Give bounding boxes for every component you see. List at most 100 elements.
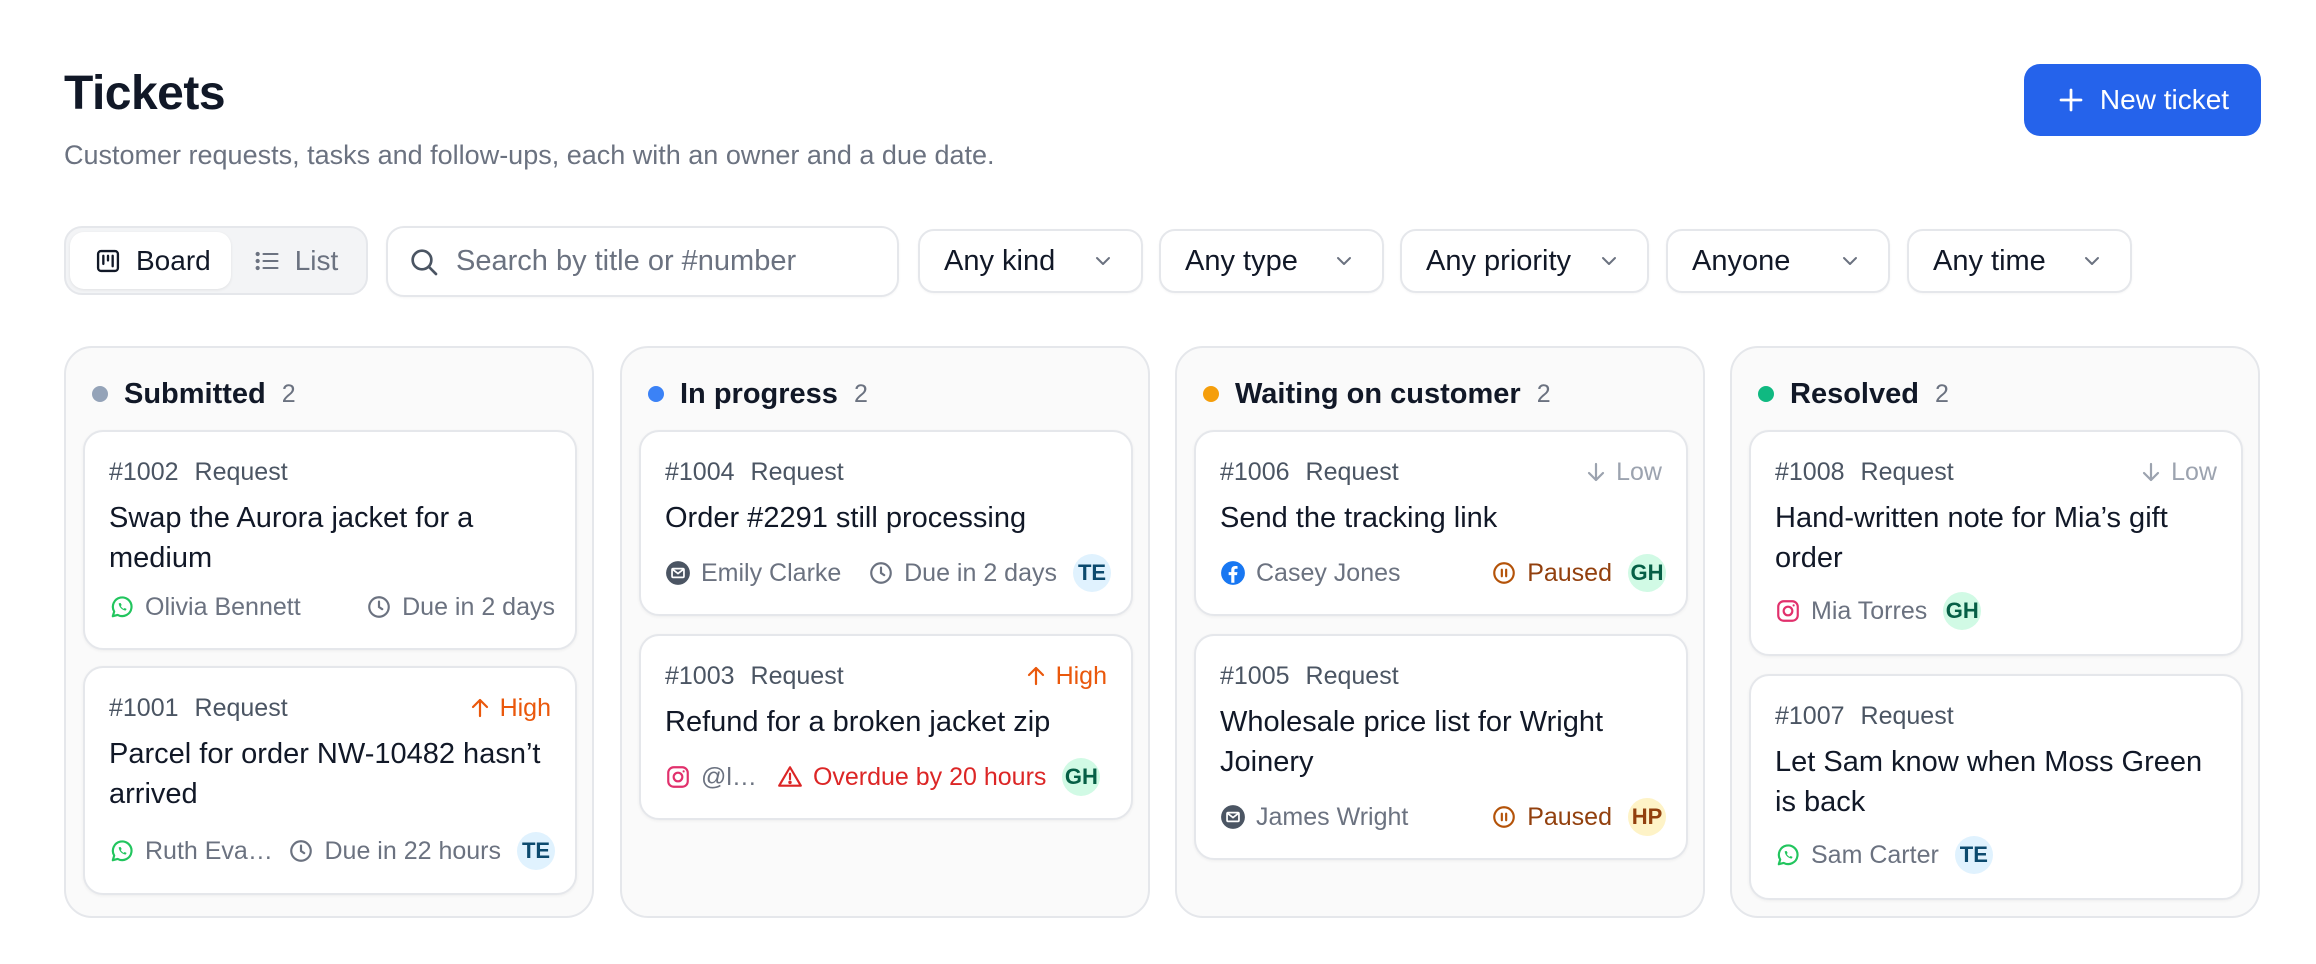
status-dot (1758, 386, 1774, 402)
assignee-avatar: GH (1062, 758, 1101, 796)
ticket-card[interactable]: #1003 Request High Refund for a broken j… (639, 634, 1133, 820)
chevron-down-icon (1337, 257, 1351, 265)
ticket-contact: Sam Carter (1775, 841, 1939, 870)
kind-filter[interactable]: Any kind (918, 229, 1143, 293)
column-count: 2 (1536, 379, 1551, 408)
priority-badge: High (468, 694, 551, 723)
priority-label: High (1055, 661, 1107, 690)
list-icon (255, 251, 279, 270)
view-list-button[interactable]: List (231, 232, 361, 289)
assignee-filter-label: Anyone (1692, 244, 1791, 277)
column-count: 2 (281, 379, 296, 408)
priority-badge: Low (2139, 458, 2217, 487)
column-submitted: Submitted 2 #1002 Request Swap the Auror… (64, 346, 594, 918)
priority-filter[interactable]: Any priority (1400, 229, 1649, 293)
search-box (386, 226, 899, 297)
contact-name: Sam Carter (1811, 840, 1939, 869)
ticket-type: Request (1305, 457, 1399, 486)
plus-icon (2059, 88, 2083, 112)
view-board-label: Board (136, 244, 211, 276)
contact-name: Emily Clarke (701, 558, 842, 587)
view-toggle: Board List (64, 226, 368, 295)
ticket-title: Order #2291 still processing (665, 502, 1027, 534)
type-filter-label: Any type (1185, 244, 1298, 277)
column-count: 2 (1934, 379, 1949, 408)
priority-filter-label: Any priority (1426, 244, 1572, 277)
page-title: Tickets (64, 67, 226, 120)
due-status: Paused (1491, 803, 1612, 832)
contact-name: Mia Torres (1811, 596, 1928, 625)
column-title: Resolved (1790, 377, 1919, 410)
column-count: 2 (853, 379, 868, 408)
priority-label: High (499, 693, 551, 722)
instagram-icon (667, 766, 689, 788)
ticket-contact: Casey Jones (1220, 559, 1401, 588)
view-list-label: List (294, 244, 339, 276)
search-input[interactable] (456, 245, 877, 278)
clock-icon (290, 840, 313, 862)
ticket-card[interactable]: #1008 Request Low Hand-written note for … (1749, 430, 2243, 656)
arrow-up-icon (1027, 666, 1044, 686)
ticket-card[interactable]: #1002 Request Swap the Aurora jacket for… (83, 430, 577, 650)
ticket-title: Hand-written note for Mia’s gift order (1775, 502, 2168, 574)
assignee-avatar: GH (1943, 592, 1982, 630)
ticket-card[interactable]: #1005 Request Wholesale price list for W… (1194, 634, 1688, 860)
chevron-down-icon (1602, 257, 1616, 265)
ticket-number: #1007 (1775, 701, 1845, 730)
ticket-card[interactable]: #1006 Request Low Send the tracking link… (1194, 430, 1688, 616)
contact-name: Ruth Eva… (145, 836, 273, 865)
email-icon (666, 561, 690, 585)
ticket-contact: Ruth Eva… (109, 837, 273, 866)
ticket-contact: James Wright (1220, 803, 1408, 832)
whatsapp-icon (1777, 844, 1799, 866)
ticket-number: #1008 (1775, 457, 1845, 486)
arrow-down-icon (2143, 462, 2160, 482)
due-text: Due in 2 days (402, 592, 555, 621)
status-dot (1203, 386, 1219, 402)
email-icon (1221, 805, 1245, 829)
ticket-type: Request (750, 457, 844, 486)
contact-name: James Wright (1256, 802, 1409, 831)
view-board-button[interactable]: Board (70, 232, 231, 289)
column-header: Resolved 2 (1758, 376, 1949, 412)
time-filter[interactable]: Any time (1907, 229, 2132, 293)
due-status: Overdue by 20 hours (777, 763, 1046, 792)
due-status: Paused (1491, 559, 1612, 588)
ticket-card[interactable]: #1007 Request Let Sam know when Moss Gre… (1749, 674, 2243, 900)
assignee-filter[interactable]: Anyone (1666, 229, 1890, 293)
whatsapp-icon (111, 840, 133, 862)
priority-badge: Low (1584, 458, 1662, 487)
assignee-avatar: HP (1628, 798, 1666, 836)
ticket-card[interactable]: #1001 Request High Parcel for order NW-1… (83, 666, 577, 895)
ticket-type: Request (1860, 457, 1954, 486)
due-text: Paused (1527, 802, 1612, 831)
assignee-avatar: TE (517, 832, 555, 870)
warning-icon (778, 766, 802, 787)
due-status: Due in 2 days (868, 559, 1057, 588)
ticket-contact: @l… (665, 763, 757, 792)
column-in-progress: In progress 2 #1004 Request Order #2291 … (620, 346, 1150, 918)
pause-icon (1493, 806, 1516, 828)
ticket-contact: Emily Clarke (665, 559, 841, 588)
status-dot (648, 386, 664, 402)
arrow-up-icon (471, 698, 488, 718)
ticket-contact: Mia Torres (1775, 597, 1927, 626)
assignee-avatar: TE (1073, 554, 1111, 592)
new-ticket-label: New ticket (2099, 84, 2230, 115)
due-status: Due in 2 days (366, 593, 555, 622)
ticket-card[interactable]: #1004 Request Order #2291 still processi… (639, 430, 1133, 616)
ticket-number: #1006 (1220, 457, 1290, 486)
chevron-down-icon (2085, 257, 2099, 265)
status-dot (92, 386, 108, 402)
assignee-avatar: GH (1628, 554, 1666, 592)
column-title: Submitted (124, 377, 266, 410)
new-ticket-button[interactable]: New ticket (2024, 64, 2261, 136)
type-filter[interactable]: Any type (1159, 229, 1384, 293)
assignee-avatar: TE (1954, 836, 1993, 874)
ticket-number: #1004 (665, 457, 735, 486)
due-text: Overdue by 20 hours (812, 762, 1047, 791)
ticket-title: Swap the Aurora jacket for a medium (109, 502, 474, 574)
kind-filter-label: Any kind (944, 244, 1056, 277)
chevron-down-icon (1096, 257, 1110, 265)
pause-icon (1493, 562, 1516, 584)
